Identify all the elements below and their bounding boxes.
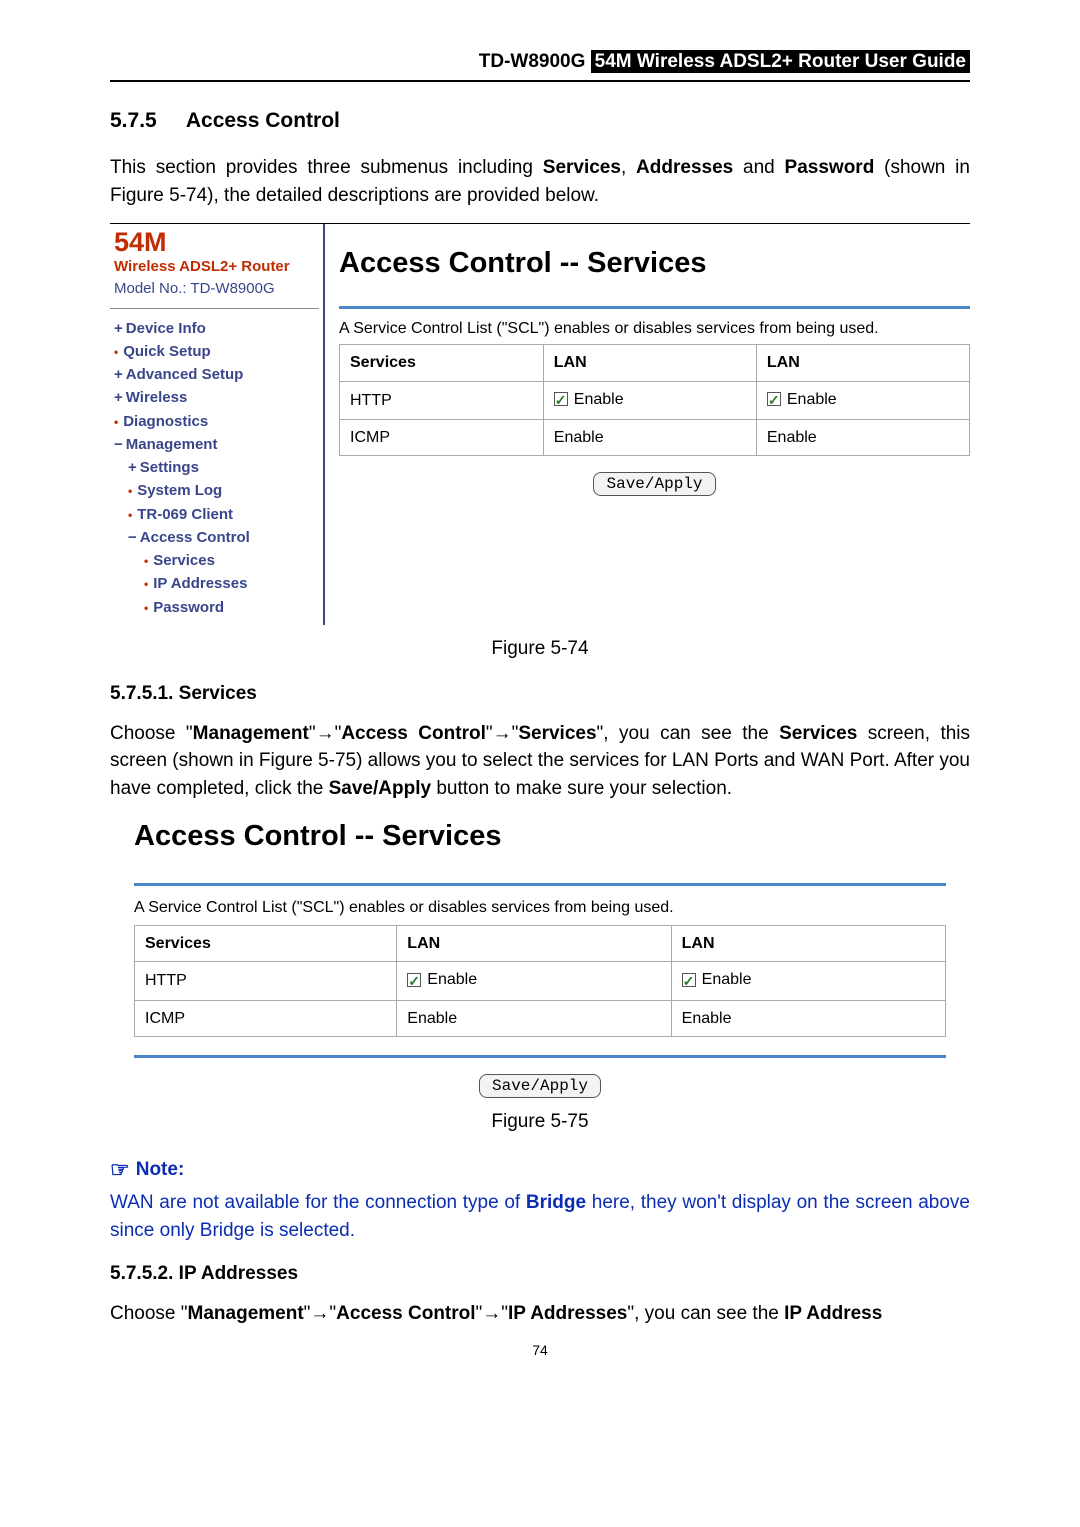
- table-row: ICMPEnableEnable: [340, 420, 970, 456]
- caption-5-75: Figure 5-75: [110, 1108, 970, 1136]
- note-label: Note:: [136, 1156, 185, 1184]
- cell-service: ICMP: [135, 1000, 397, 1036]
- sidebar-item[interactable]: Management: [114, 433, 319, 456]
- brand-sub: Wireless ADSL2+ Router: [110, 256, 319, 278]
- save-apply-button[interactable]: Save/Apply: [593, 472, 715, 496]
- th75-lan1: LAN: [397, 925, 671, 961]
- panel-services: Access Control -- Services A Service Con…: [325, 224, 970, 625]
- sidebar-item[interactable]: Wireless: [114, 386, 319, 409]
- subsection-services-para: Choose "Management"→"Access Control"→"Se…: [110, 720, 970, 803]
- panel75-rule-bottom: [134, 1055, 946, 1058]
- cell-lan2: Enable: [671, 961, 945, 1000]
- scl75-table: Services LAN LAN HTTP Enable EnableICMPE…: [134, 925, 946, 1037]
- subsection-services-heading: 5.7.5.1. Services: [110, 680, 970, 708]
- note-body: WAN are not available for the connection…: [110, 1189, 970, 1244]
- enable-label: Enable: [702, 968, 752, 991]
- cell-lan1: Enable: [397, 1000, 671, 1036]
- sidebar-item[interactable]: Diagnostics: [114, 410, 319, 433]
- figure-5-75: Access Control -- Services A Service Con…: [110, 815, 970, 1098]
- table-row: ICMPEnableEnable: [135, 1000, 946, 1036]
- section-intro: This section provides three submenus inc…: [110, 154, 970, 209]
- sidebar-item[interactable]: IP Addresses: [114, 572, 319, 595]
- pointing-hand-icon: [110, 1154, 130, 1186]
- subsection-ip-heading: 5.7.5.2. IP Addresses: [110, 1260, 970, 1288]
- table-row: HTTP Enable Enable: [135, 961, 946, 1000]
- cell-lan1: Enable: [397, 961, 671, 1000]
- sidebar-item[interactable]: TR-069 Client: [114, 503, 319, 526]
- header-model: TD-W8900G: [479, 51, 586, 72]
- nav-tree: Device InfoQuick SetupAdvanced SetupWire…: [110, 317, 319, 619]
- scl-desc: A Service Control List ("SCL") enables o…: [339, 317, 970, 340]
- scl75-desc: A Service Control List ("SCL") enables o…: [134, 896, 946, 919]
- th-services: Services: [340, 345, 544, 381]
- sidebar-item[interactable]: System Log: [114, 479, 319, 502]
- th-lan1: LAN: [543, 345, 756, 381]
- sidebar-item[interactable]: Settings: [114, 456, 319, 479]
- checkbox-icon[interactable]: [767, 392, 781, 406]
- subsection-ip-para: Choose "Management"→"Access Control"→"IP…: [110, 1300, 970, 1328]
- panel-rule: [339, 306, 970, 309]
- save-apply-button-75[interactable]: Save/Apply: [479, 1074, 601, 1098]
- sidebar-divider: [110, 308, 319, 309]
- th75-services: Services: [135, 925, 397, 961]
- sidebar-item[interactable]: Quick Setup: [114, 340, 319, 363]
- th-lan2: LAN: [756, 345, 969, 381]
- sidebar-item[interactable]: Advanced Setup: [114, 363, 319, 386]
- section-heading: 5.7.5 Access Control: [110, 106, 970, 136]
- checkbox-icon[interactable]: [407, 973, 421, 987]
- cell-service: ICMP: [340, 420, 544, 456]
- th75-lan2: LAN: [671, 925, 945, 961]
- table-row: HTTP Enable Enable: [340, 381, 970, 420]
- sidebar-item[interactable]: Access Control: [114, 526, 319, 549]
- panel-title: Access Control -- Services: [339, 242, 970, 284]
- section-title: Access Control: [186, 109, 340, 132]
- enable-label: Enable: [427, 968, 477, 991]
- figure-5-74: 54M Wireless ADSL2+ Router Model No.: TD…: [110, 223, 970, 625]
- checkbox-icon[interactable]: [554, 392, 568, 406]
- cell-service: HTTP: [135, 961, 397, 1000]
- caption-5-74: Figure 5-74: [110, 635, 970, 663]
- cell-lan2: Enable: [756, 381, 969, 420]
- sidebar-item[interactable]: Password: [114, 596, 319, 619]
- page-header: TD-W8900G 54M Wireless ADSL2+ Router Use…: [110, 48, 970, 82]
- page-number: 74: [110, 1340, 970, 1360]
- sidebar-item[interactable]: Services: [114, 549, 319, 572]
- cell-lan1: Enable: [543, 381, 756, 420]
- sidebar: 54M Wireless ADSL2+ Router Model No.: TD…: [110, 224, 325, 625]
- cell-lan2: Enable: [671, 1000, 945, 1036]
- cell-lan2: Enable: [756, 420, 969, 456]
- checkbox-icon[interactable]: [682, 973, 696, 987]
- cell-lan1: Enable: [543, 420, 756, 456]
- section-number: 5.7.5: [110, 106, 180, 136]
- header-guide: 54M Wireless ADSL2+ Router User Guide: [591, 50, 970, 73]
- brand-54m: 54M: [110, 229, 319, 256]
- panel75-rule: [134, 883, 946, 886]
- enable-label: Enable: [787, 388, 837, 411]
- sidebar-item[interactable]: Device Info: [114, 317, 319, 340]
- note-heading: Note:: [110, 1154, 970, 1186]
- panel75-title: Access Control -- Services: [134, 815, 946, 857]
- scl-table: Services LAN LAN HTTP Enable EnableICMPE…: [339, 344, 970, 456]
- brand-model: Model No.: TD-W8900G: [110, 278, 319, 300]
- cell-service: HTTP: [340, 381, 544, 420]
- enable-label: Enable: [574, 388, 624, 411]
